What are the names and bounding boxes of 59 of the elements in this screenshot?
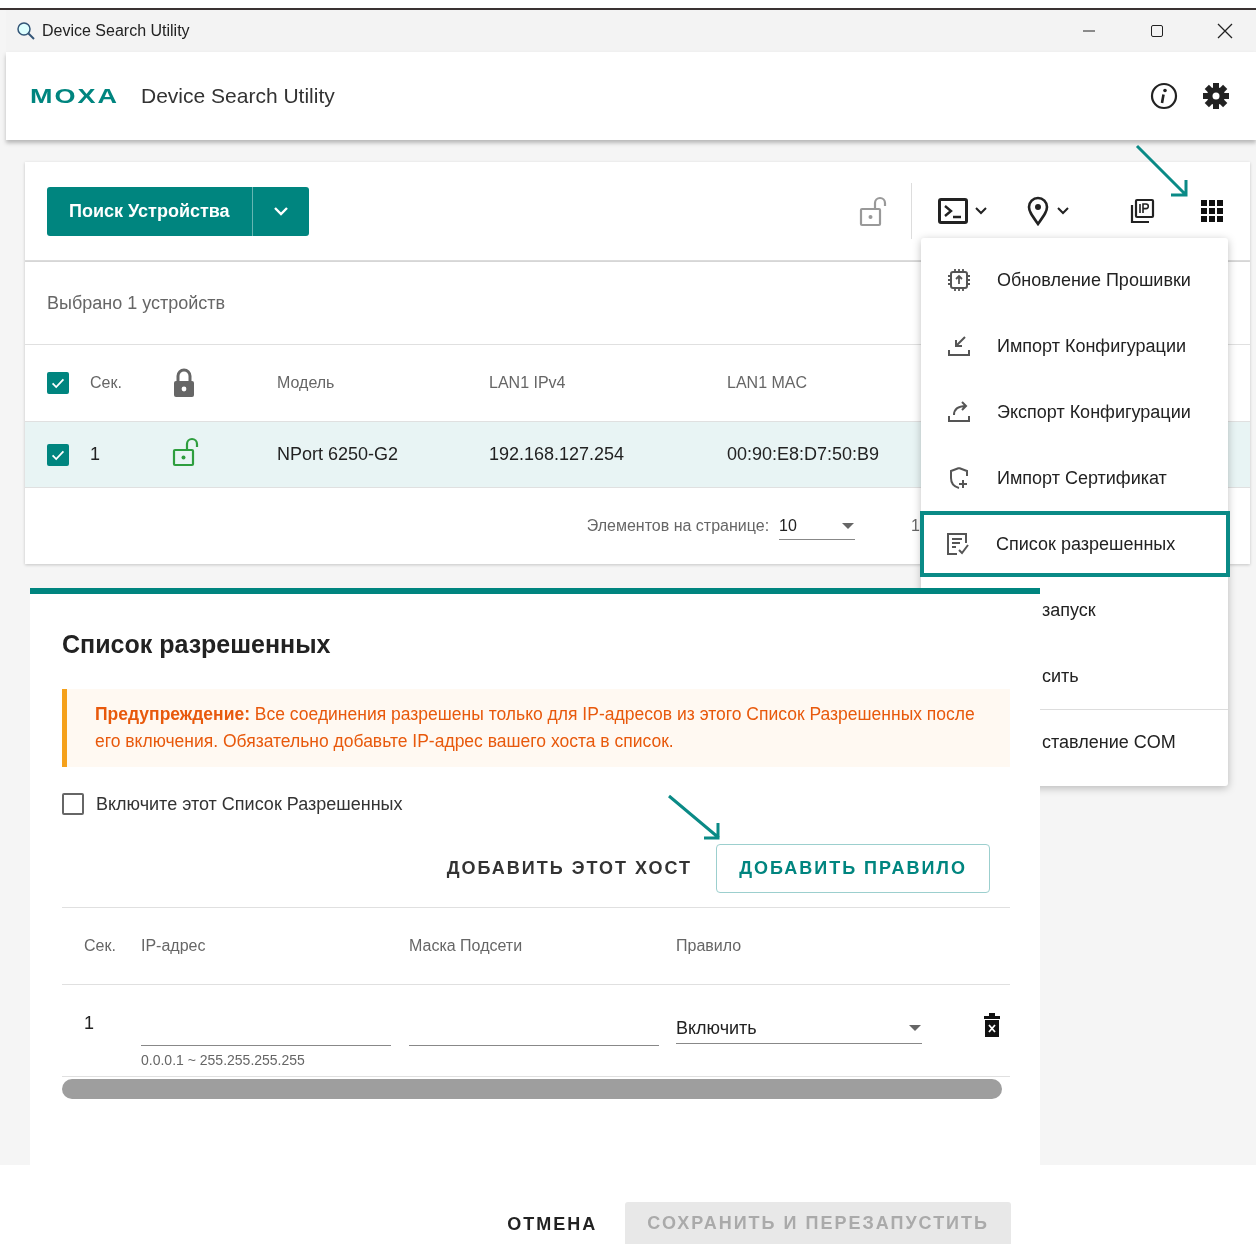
checkbox[interactable] xyxy=(62,793,84,815)
delete-icon[interactable] xyxy=(983,1013,1001,1037)
field-hint: 0.0.0.1 ~ 255.255.255.255 xyxy=(141,1052,306,1068)
ip-icon[interactable] xyxy=(1128,197,1156,225)
chip-upload-icon xyxy=(946,267,972,293)
add-host-button[interactable]: ДОБАВИТЬ ЭТОТ ХОСТ xyxy=(446,857,693,879)
lock-icon xyxy=(172,368,196,398)
menu-item[interactable]: Список разрешенных xyxy=(920,511,1230,577)
menu-item[interactable]: сить xyxy=(1040,643,1228,709)
scrollbar[interactable] xyxy=(62,1079,1002,1099)
app-title: Device Search Utility xyxy=(141,84,336,108)
unlocked-lock-icon[interactable] xyxy=(859,195,889,227)
caret-icon xyxy=(272,206,289,216)
info-icon[interactable] xyxy=(1150,82,1178,110)
table-cell-text: 1 xyxy=(84,1013,95,1034)
table-cell-text: 00:90:E8:D7:50:B9 xyxy=(727,444,881,465)
page-size-select[interactable]: 10 xyxy=(779,512,856,540)
menu-item[interactable]: запуск xyxy=(1040,577,1228,643)
list-check-icon xyxy=(945,531,971,557)
apps-grid-icon[interactable] xyxy=(1200,199,1224,223)
column-header: LAN1 IPv4 xyxy=(489,374,567,392)
terminal-icon[interactable] xyxy=(938,198,968,224)
add-rule-button[interactable]: ДОБАВИТЬ ПРАВИЛО xyxy=(716,843,990,893)
dialog-title: Список разрешенных xyxy=(62,630,332,659)
dropdown-arrow-icon xyxy=(908,1024,922,1032)
maximize-icon xyxy=(1150,24,1164,38)
table-cell-text: NPort 6250-G2 xyxy=(277,444,400,465)
logo: MOXA xyxy=(30,84,119,108)
checkbox[interactable] xyxy=(47,443,69,466)
rule-select[interactable]: Включить xyxy=(676,1013,922,1044)
checkbox-label: Включите этот Список Разрешенных xyxy=(96,793,403,815)
page-size-label: Элементов на странице: xyxy=(586,517,770,535)
warning-message: Предупреждение: Все соединения разрешены только для IP-адресов из этого Список Разрешенных после его включения. Обязательно добавьте IP-адрес вашего хоста в список. xyxy=(62,689,1010,767)
column-header: Правило xyxy=(676,937,743,955)
device-search-button[interactable]: Поиск Устройства xyxy=(47,186,309,236)
import-icon xyxy=(946,333,972,359)
dropdown-arrow-icon xyxy=(841,521,856,530)
menu-item[interactable]: Экспорт Конфигурации xyxy=(921,379,1228,445)
table-cell-text: 1 xyxy=(90,444,101,465)
unlocked-lock-icon xyxy=(172,437,200,467)
table-cell-text: 192.168.127.254 xyxy=(489,444,626,465)
cancel-button[interactable]: ОТМЕНА xyxy=(501,1213,604,1236)
checkbox[interactable] xyxy=(47,372,69,394)
column-header: Сек. xyxy=(90,374,123,392)
column-header: IP-адрес xyxy=(141,937,207,955)
caret-icon[interactable] xyxy=(974,206,988,216)
export-icon xyxy=(946,399,972,425)
menu-item[interactable]: Импорт Сертификат xyxy=(921,445,1228,511)
search-icon xyxy=(16,21,36,41)
window-title: Device Search Utility xyxy=(42,22,191,40)
column-header: Маска Подсети xyxy=(409,937,524,955)
column-header: Сек. xyxy=(84,937,117,955)
settings-icon[interactable] xyxy=(1202,82,1230,110)
caret-icon[interactable] xyxy=(1056,206,1070,216)
column-header: LAN1 MAC xyxy=(727,374,809,392)
column-header: Модель xyxy=(277,374,336,392)
page-range: 1 xyxy=(911,517,920,535)
location-pin-icon[interactable] xyxy=(1026,196,1050,226)
close-icon xyxy=(1217,23,1233,39)
